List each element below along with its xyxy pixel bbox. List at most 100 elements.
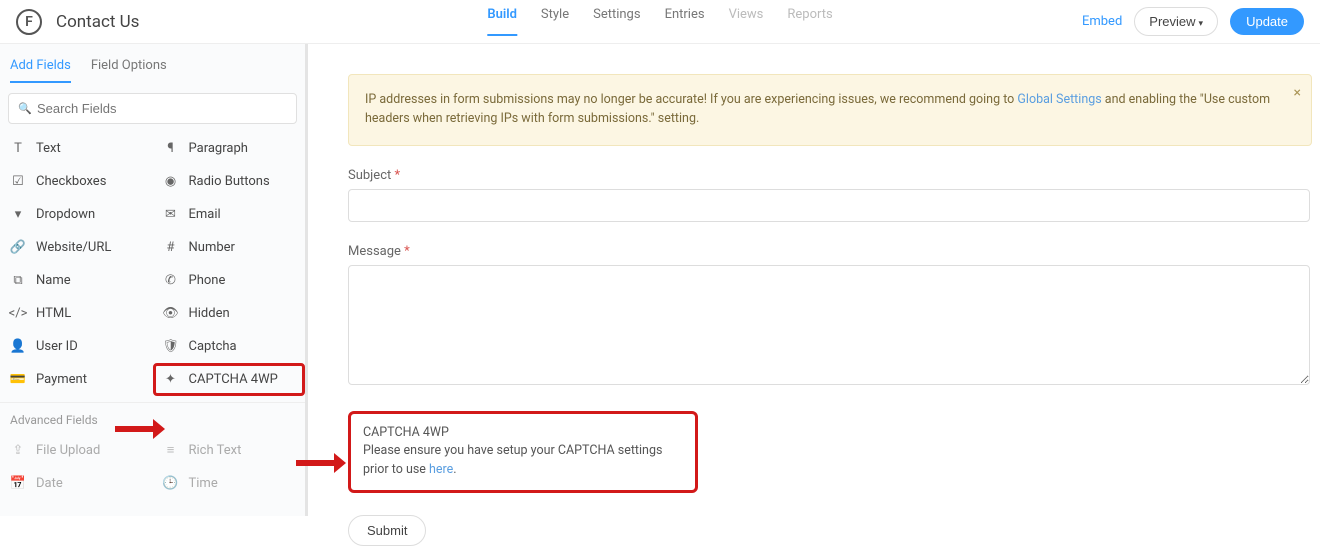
field-label: Number bbox=[189, 240, 235, 255]
close-icon[interactable]: × bbox=[1294, 83, 1301, 104]
nav-build[interactable]: Build bbox=[487, 7, 517, 36]
required-mark: * bbox=[404, 244, 410, 259]
field-label: HTML bbox=[36, 306, 71, 321]
message-label: Message bbox=[348, 244, 401, 259]
clock-icon: 🕒 bbox=[163, 476, 179, 491]
field-label: Name bbox=[36, 273, 71, 288]
top-bar: F Contact Us Build Style Settings Entrie… bbox=[0, 0, 1320, 44]
update-button[interactable]: Update bbox=[1230, 8, 1304, 35]
nav-views[interactable]: Views bbox=[729, 7, 764, 36]
nav-reports[interactable]: Reports bbox=[787, 7, 832, 36]
field-label: Email bbox=[189, 207, 221, 222]
checkbox-icon: ☑ bbox=[10, 174, 26, 189]
message-field: Message * bbox=[348, 244, 1320, 389]
required-mark: * bbox=[394, 168, 400, 183]
field-rich-text[interactable]: ≡ Rich Text bbox=[153, 433, 306, 467]
message-textarea[interactable] bbox=[348, 265, 1310, 385]
page-title: Contact Us bbox=[56, 12, 139, 32]
tab-add-fields[interactable]: Add Fields bbox=[10, 58, 71, 83]
nav-settings[interactable]: Settings bbox=[593, 7, 640, 36]
upload-icon: ⇪ bbox=[10, 443, 26, 458]
preview-label: Preview bbox=[1149, 14, 1195, 29]
top-nav: Build Style Settings Entries Views Repor… bbox=[487, 7, 832, 36]
preview-button[interactable]: Preview ▾ bbox=[1134, 7, 1218, 36]
advanced-fields-label: Advanced Fields bbox=[0, 402, 305, 433]
richtext-icon: ≡ bbox=[163, 442, 179, 458]
top-actions: Embed Preview ▾ Update bbox=[1082, 7, 1304, 36]
search-wrap: 🔍 bbox=[0, 83, 305, 132]
field-label: Text bbox=[36, 141, 61, 156]
field-website[interactable]: 🔗 Website/URL bbox=[0, 231, 153, 264]
search-icon: 🔍 bbox=[18, 102, 32, 115]
ip-warning-notice: IP addresses in form submissions may no … bbox=[348, 74, 1312, 146]
email-icon: ✉ bbox=[163, 207, 179, 222]
field-label: Hidden bbox=[189, 306, 230, 321]
field-payment[interactable]: 💳 Payment bbox=[0, 363, 153, 396]
form-canvas: IP addresses in form submissions may no … bbox=[308, 44, 1320, 546]
sidebar-tabs: Add Fields Field Options bbox=[0, 44, 305, 83]
search-input[interactable] bbox=[8, 93, 297, 124]
field-html[interactable]: </>HTML bbox=[0, 297, 153, 330]
field-label: Paragraph bbox=[189, 141, 248, 156]
field-name[interactable]: ⧉ Name bbox=[0, 264, 153, 297]
subject-field: Subject * bbox=[348, 168, 1320, 222]
app-logo-icon: F bbox=[16, 9, 42, 35]
field-number[interactable]: # Number bbox=[153, 231, 306, 264]
radio-icon: ◉ bbox=[163, 174, 179, 189]
sparkle-icon: ✦ bbox=[163, 372, 179, 387]
field-paragraph[interactable]: ¶ Paragraph bbox=[153, 132, 306, 165]
chevron-down-icon: ▾ bbox=[1199, 18, 1204, 28]
card-icon: 💳 bbox=[10, 372, 26, 387]
field-time[interactable]: 🕒 Time bbox=[153, 467, 306, 500]
field-label: Phone bbox=[189, 273, 226, 288]
field-date[interactable]: 📅 Date bbox=[0, 467, 153, 500]
nav-style[interactable]: Style bbox=[541, 7, 569, 36]
captcha-text: Please ensure you have setup your CAPTCH… bbox=[363, 443, 662, 477]
field-phone[interactable]: ✆ Phone bbox=[153, 264, 306, 297]
field-captcha[interactable]: 🛡 Captcha bbox=[153, 330, 306, 363]
field-label: Rich Text bbox=[189, 443, 242, 458]
field-userid[interactable]: 👤User ID bbox=[0, 330, 153, 363]
hash-icon: # bbox=[163, 240, 179, 255]
phone-icon: ✆ bbox=[163, 273, 179, 288]
field-captcha4wp[interactable]: ✦CAPTCHA 4WP bbox=[153, 363, 306, 396]
advanced-fields-grid: ⇪ File Upload ≡ Rich Text 📅 Date 🕒 Time bbox=[0, 433, 305, 500]
field-label: Checkboxes bbox=[36, 174, 106, 189]
embed-link[interactable]: Embed bbox=[1082, 14, 1122, 29]
fields-grid: T Text ¶ Paragraph ☑ Checkboxes ◉ Radio Butt… bbox=[0, 132, 305, 396]
field-label: Date bbox=[36, 476, 63, 491]
field-label: File Upload bbox=[36, 443, 100, 458]
field-label: Radio Buttons bbox=[189, 174, 270, 189]
field-dropdown[interactable]: ▾ Dropdown bbox=[0, 198, 153, 231]
captcha4wp-placeholder[interactable]: CAPTCHA 4WP Please ensure you have setup… bbox=[348, 411, 698, 493]
notice-text-pre: IP addresses in form submissions may no … bbox=[365, 92, 1017, 107]
subject-label: Subject bbox=[348, 168, 391, 183]
field-text[interactable]: T Text bbox=[0, 132, 153, 165]
field-file-upload[interactable]: ⇪ File Upload bbox=[0, 433, 153, 467]
dropdown-icon: ▾ bbox=[10, 207, 26, 222]
field-email[interactable]: ✉ Email bbox=[153, 198, 306, 231]
subject-input[interactable] bbox=[348, 189, 1310, 222]
field-label: Time bbox=[189, 476, 218, 491]
text-icon: T bbox=[10, 141, 26, 156]
captcha-title: CAPTCHA 4WP bbox=[363, 424, 683, 443]
field-label: Dropdown bbox=[36, 207, 95, 222]
field-label: Captcha bbox=[189, 339, 237, 354]
global-settings-link[interactable]: Global Settings bbox=[1017, 92, 1101, 107]
user-icon: 👤 bbox=[10, 339, 26, 354]
captcha-settings-link[interactable]: here bbox=[429, 462, 453, 477]
paragraph-icon: ¶ bbox=[163, 141, 179, 156]
nav-entries[interactable]: Entries bbox=[665, 7, 705, 36]
name-icon: ⧉ bbox=[10, 273, 26, 288]
field-checkboxes[interactable]: ☑ Checkboxes bbox=[0, 165, 153, 198]
submit-button[interactable]: Submit bbox=[348, 515, 426, 546]
sidebar: Add Fields Field Options 🔍 T Text ¶ Paragr… bbox=[0, 44, 308, 516]
tab-field-options[interactable]: Field Options bbox=[91, 58, 167, 83]
field-label: Payment bbox=[36, 372, 87, 387]
shield-icon: 🛡 bbox=[163, 339, 179, 354]
field-label: Website/URL bbox=[36, 240, 111, 255]
field-radio[interactable]: ◉ Radio Buttons bbox=[153, 165, 306, 198]
field-hidden[interactable]: 👁Hidden bbox=[153, 297, 306, 330]
calendar-icon: 📅 bbox=[10, 476, 26, 491]
link-icon: 🔗 bbox=[10, 240, 26, 255]
